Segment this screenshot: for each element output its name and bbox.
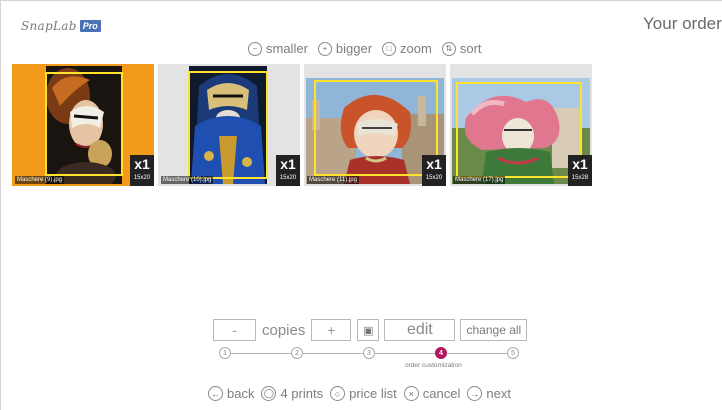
decrease-copies-button[interactable]: - <box>213 319 256 341</box>
copies-count: x1 <box>426 156 442 172</box>
step-5[interactable]: 5 <box>507 347 519 359</box>
copies-count: x1 <box>134 156 150 172</box>
logo-text: SnapLab <box>21 19 77 33</box>
zoom-icon: □ <box>382 41 397 56</box>
view-toolbar: − smaller + bigger □ zoom ⇅ sort <box>248 41 482 56</box>
close-icon: × <box>403 386 419 401</box>
copies-label: copies <box>262 321 306 339</box>
page-title: Your order <box>643 14 722 33</box>
print-size: 15x28 <box>571 175 589 181</box>
price-list-icon: ○ <box>330 386 346 401</box>
wizard-steps: 1 2 3 4 5 order customization <box>219 347 519 377</box>
window-left-border <box>0 0 1 410</box>
arrow-right-icon: → <box>467 386 483 401</box>
crop-frame <box>45 72 123 176</box>
crop-tool-button[interactable]: ▣ <box>357 319 380 341</box>
zoom-out-icon: − <box>248 41 262 56</box>
print-size: 15x20 <box>279 175 297 181</box>
copies-controls: - copies + ▣ edit change all <box>213 319 528 341</box>
bigger-button[interactable]: + bigger <box>317 41 373 56</box>
photo-filename: Maschere (11).jpg <box>307 176 359 184</box>
photo-grid: Maschere (9).jpg x1 15x20 Maschere (10).… <box>12 64 592 186</box>
price-list-label: price list <box>349 386 397 401</box>
smaller-label: smaller <box>266 41 308 56</box>
prints-button[interactable]: ◯ 4 prints <box>261 386 323 401</box>
cancel-label: cancel <box>422 386 461 401</box>
step-connector <box>447 353 507 354</box>
photo-filename: Maschere (17).jpg <box>453 176 506 184</box>
photo-thumb[interactable]: Maschere (17).jpg x1 15x28 <box>450 64 592 186</box>
crop-icon: ▣ <box>363 324 374 337</box>
increase-copies-button[interactable]: + <box>311 319 352 341</box>
photo-filename: Maschere (10).jpg <box>161 176 214 184</box>
photo-thumb[interactable]: Maschere (11).jpg x1 15x20 <box>304 64 446 186</box>
prints-label: 4 prints <box>280 386 324 401</box>
sort-label: sort <box>459 41 482 56</box>
edit-button[interactable]: edit <box>384 319 456 341</box>
copies-badge: x1 15x20 <box>130 155 154 186</box>
next-label: next <box>486 386 511 401</box>
back-button[interactable]: ← back <box>208 386 254 401</box>
print-size: 15x20 <box>133 175 151 181</box>
bigger-label: bigger <box>335 41 373 56</box>
photo-thumb[interactable]: Maschere (10).jpg x1 15x20 <box>158 64 300 186</box>
zoom-button[interactable]: □ zoom <box>382 41 432 56</box>
zoom-label: zoom <box>400 41 432 56</box>
sort-icon: ⇅ <box>441 41 456 56</box>
copies-badge: x1 15x20 <box>276 155 300 186</box>
crop-frame <box>456 82 582 178</box>
arrow-left-icon: ← <box>208 386 223 401</box>
active-step-label: order customization <box>405 362 462 369</box>
photo-filename: Maschere (9).jpg <box>15 176 65 184</box>
change-all-button[interactable]: change all <box>460 319 528 341</box>
step-connector <box>375 353 435 354</box>
prints-icon: ◯ <box>261 386 277 401</box>
copies-count: x1 <box>572 156 588 172</box>
next-button[interactable]: → next <box>467 386 511 401</box>
step-connector <box>231 353 291 354</box>
app-logo: SnapLab Pro <box>21 19 101 33</box>
step-connector <box>303 353 363 354</box>
copies-badge: x1 15x28 <box>568 155 592 186</box>
print-size: 15x20 <box>425 175 443 181</box>
step-1[interactable]: 1 <box>219 347 231 359</box>
copies-badge: x1 15x20 <box>422 155 446 186</box>
step-3[interactable]: 3 <box>363 347 375 359</box>
smaller-button[interactable]: − smaller <box>248 41 308 56</box>
cancel-button[interactable]: × cancel <box>403 386 461 401</box>
copies-count: x1 <box>280 156 296 172</box>
zoom-in-icon: + <box>317 41 332 56</box>
step-2[interactable]: 2 <box>291 347 303 359</box>
logo-pro-badge: Pro <box>79 20 101 32</box>
crop-frame <box>188 71 268 179</box>
bottom-navigation: ← back ◯ 4 prints ○ price list × cancel … <box>208 386 511 401</box>
back-label: back <box>227 386 255 401</box>
price-list-button[interactable]: ○ price list <box>330 386 397 401</box>
crop-frame <box>314 80 438 176</box>
window-top-border <box>0 0 722 1</box>
sort-button[interactable]: ⇅ sort <box>441 41 482 56</box>
photo-thumb[interactable]: Maschere (9).jpg x1 15x20 <box>12 64 154 186</box>
step-4-active[interactable]: 4 <box>435 347 447 359</box>
